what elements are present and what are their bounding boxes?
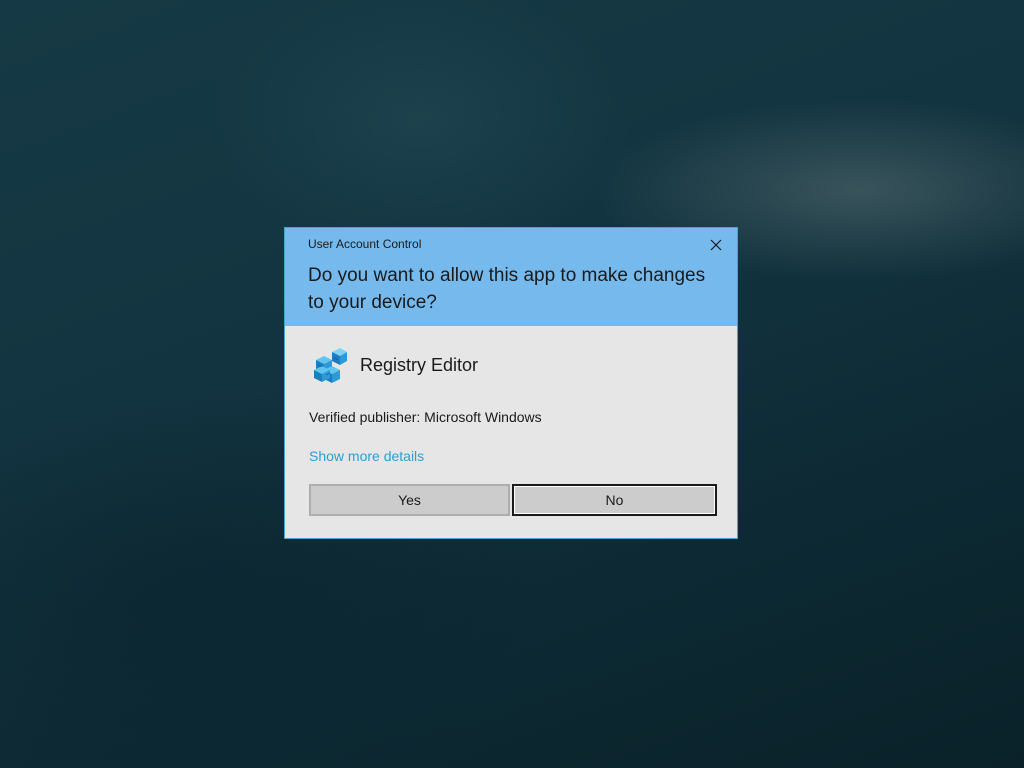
show-more-details-link[interactable]: Show more details bbox=[309, 448, 424, 464]
close-button[interactable] bbox=[705, 234, 727, 256]
app-name: Registry Editor bbox=[360, 354, 479, 375]
registry-editor-icon bbox=[314, 348, 347, 383]
dialog-title: User Account Control bbox=[308, 237, 422, 251]
uac-dialog: User Account Control Do you want to allo… bbox=[284, 227, 738, 539]
publisher-text: Verified publisher: Microsoft Windows bbox=[309, 409, 542, 425]
yes-button[interactable]: Yes bbox=[309, 484, 510, 516]
app-info: Registry Editor bbox=[312, 345, 478, 385]
dialog-question: Do you want to allow this app to make ch… bbox=[308, 265, 706, 313]
dialog-header: User Account Control Do you want to allo… bbox=[285, 228, 737, 326]
close-icon bbox=[710, 239, 722, 251]
no-button[interactable]: No bbox=[512, 484, 717, 516]
